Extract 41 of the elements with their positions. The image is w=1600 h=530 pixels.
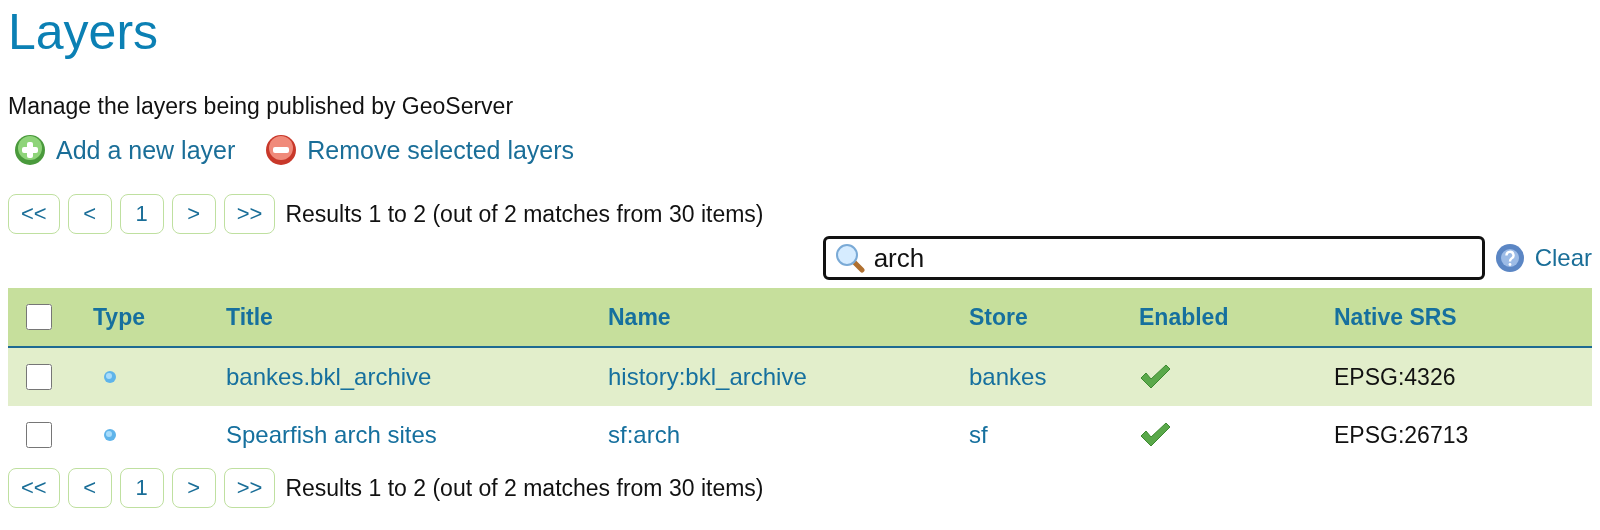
column-header[interactable]: Type — [93, 303, 145, 331]
results-summary: Results 1 to 2 (out of 2 matches from 30 items) — [285, 474, 764, 502]
remove-layers-link[interactable]: Remove selected layers — [265, 134, 575, 166]
column-header[interactable]: Enabled — [1139, 303, 1229, 331]
column-header[interactable]: Native SRS — [1334, 303, 1457, 331]
select-all-checkbox[interactable] — [26, 304, 52, 330]
page-button[interactable]: > — [171, 194, 216, 234]
row-checkbox[interactable] — [26, 422, 52, 448]
search-icon — [834, 243, 865, 273]
page-button[interactable]: < — [67, 468, 112, 508]
remove-icon — [265, 134, 298, 166]
page-button[interactable]: 1 — [119, 468, 164, 508]
clear-link[interactable]: Clear — [1534, 244, 1592, 272]
store-link[interactable]: bankes — [969, 363, 1047, 391]
point-layer-icon — [103, 370, 117, 384]
add-icon — [14, 134, 46, 166]
add-layer-link[interactable]: Add a new layer — [14, 134, 236, 166]
column-header[interactable]: Store — [969, 303, 1028, 331]
page-title: Layers — [8, 3, 160, 62]
column-header[interactable]: Name — [608, 303, 671, 331]
native-srs: EPSG:4326 — [1334, 363, 1456, 391]
row-checkbox[interactable] — [26, 364, 52, 390]
page-button[interactable]: >> — [223, 468, 276, 508]
layer-title-link[interactable]: Spearfish arch sites — [226, 421, 437, 449]
page-button[interactable]: > — [171, 468, 216, 508]
layer-name-link[interactable]: sf:arch — [608, 421, 681, 449]
point-layer-icon — [103, 428, 117, 442]
page-button[interactable]: >> — [223, 194, 276, 234]
page-description: Manage the layers being published by GeoServer — [8, 92, 515, 120]
layer-name-link[interactable]: history:bkl_archive — [608, 363, 807, 391]
page-button[interactable]: < — [67, 194, 112, 234]
results-summary: Results 1 to 2 (out of 2 matches from 30 items) — [285, 200, 764, 228]
help-icon[interactable] — [1494, 243, 1525, 273]
page-button[interactable]: 1 — [119, 194, 164, 234]
native-srs: EPSG:26713 — [1334, 421, 1469, 449]
search-field[interactable]: arch — [822, 236, 1485, 280]
store-link[interactable]: sf — [969, 421, 988, 449]
page-button[interactable]: << — [8, 468, 60, 508]
layer-title-link[interactable]: bankes.bkl_archive — [226, 363, 432, 391]
column-header[interactable]: Title — [226, 303, 273, 331]
page-button[interactable]: << — [8, 194, 60, 234]
